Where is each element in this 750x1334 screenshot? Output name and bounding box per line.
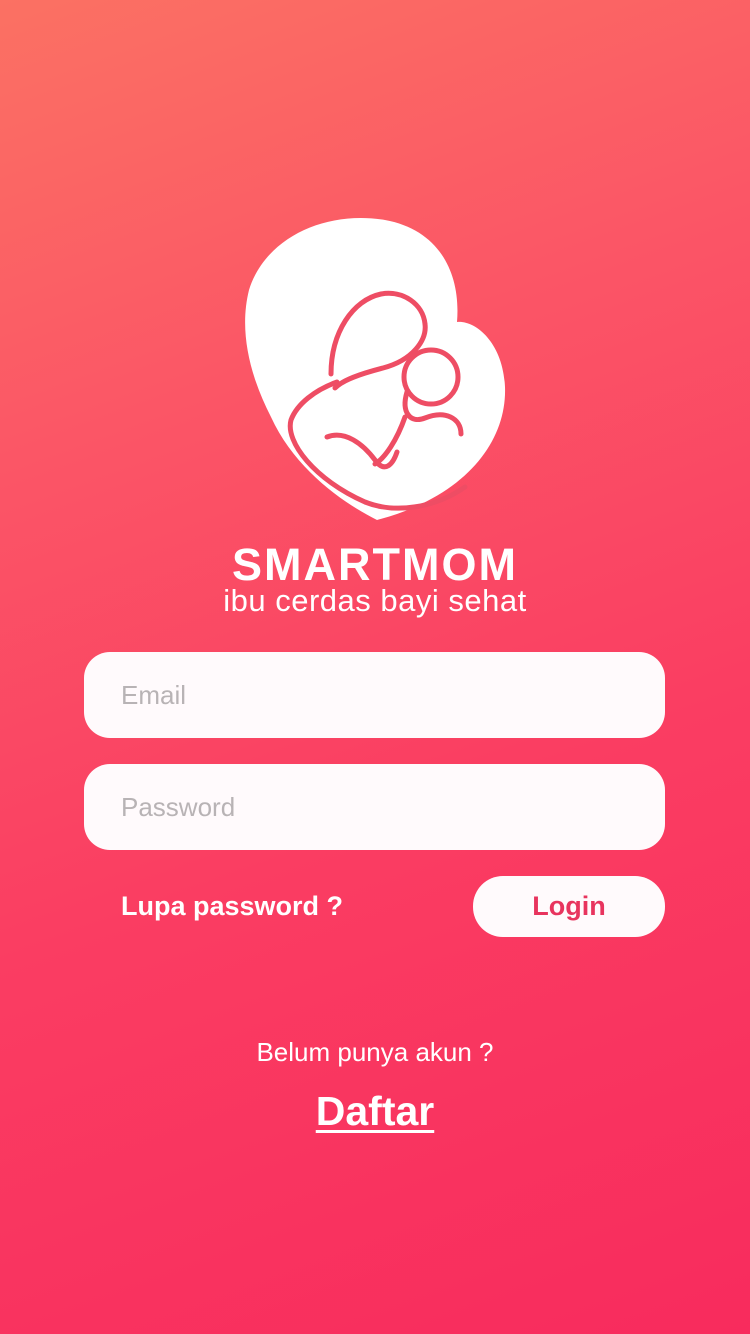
mother-and-baby-icon bbox=[235, 212, 515, 532]
login-screen: SMARTMOM ibu cerdas bayi sehat Lupa pass… bbox=[0, 0, 750, 1334]
app-tagline: ibu cerdas bayi sehat bbox=[223, 583, 527, 618]
signup-link[interactable]: Daftar bbox=[316, 1088, 434, 1134]
signup-container: Daftar bbox=[0, 1086, 750, 1136]
forgot-password-link[interactable]: Lupa password ? bbox=[121, 888, 343, 924]
email-input[interactable] bbox=[84, 652, 665, 738]
password-input[interactable] bbox=[84, 764, 665, 850]
login-button[interactable]: Login bbox=[473, 876, 665, 937]
signup-prompt: Belum punya akun ? bbox=[256, 1037, 494, 1067]
